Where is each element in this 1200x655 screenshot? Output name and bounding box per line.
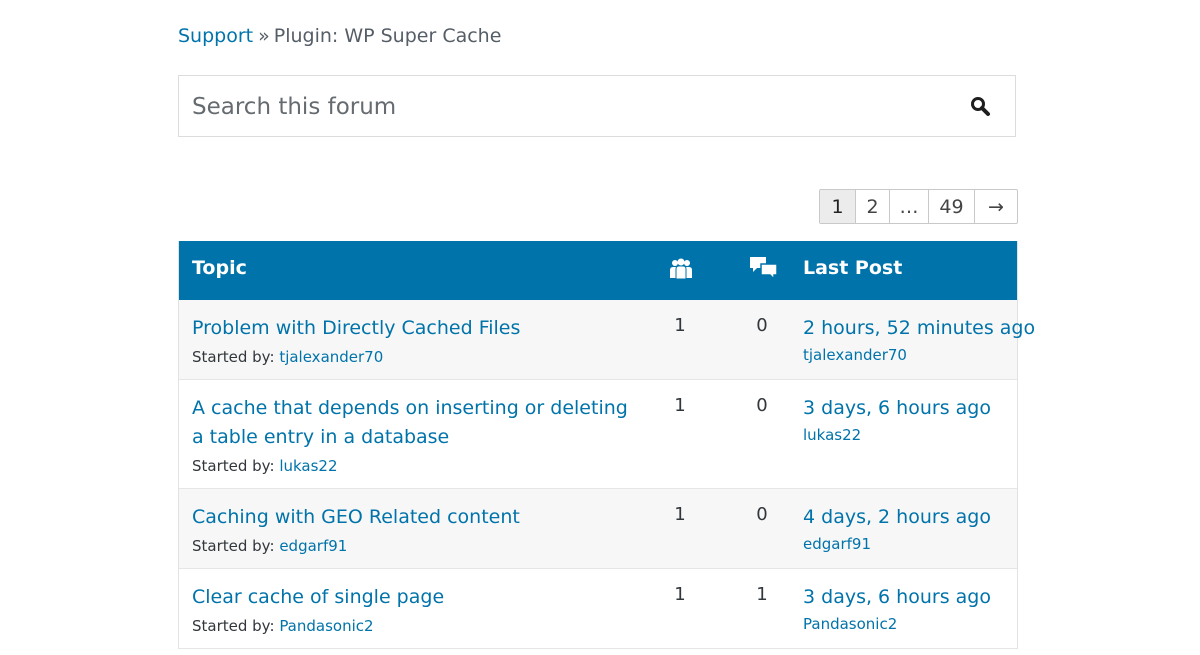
page-1-current: 1 bbox=[820, 190, 855, 223]
search-icon bbox=[971, 97, 990, 116]
topic-column-header: Topic bbox=[192, 257, 247, 279]
topic-author-link[interactable]: edgarf91 bbox=[279, 537, 347, 555]
breadcrumb-separator: » bbox=[258, 25, 270, 47]
topic-started-by: Started by: lukas22 bbox=[192, 457, 338, 475]
topic-started-by: Started by: Pandasonic2 bbox=[192, 617, 374, 635]
topic-author-link[interactable]: lukas22 bbox=[279, 457, 337, 475]
topic-started-by: Started by: tjalexander70 bbox=[192, 348, 383, 366]
topic-title-link[interactable]: Problem with Directly Cached Files bbox=[192, 314, 642, 343]
voices-icon bbox=[670, 258, 692, 280]
voice-count: 1 bbox=[674, 584, 686, 605]
topics-table: Topic Last Post Problem with Directly Ca… bbox=[178, 241, 1035, 649]
topic-started-by: Started by: edgarf91 bbox=[192, 537, 347, 555]
last-post-author-link[interactable]: Pandasonic2 bbox=[803, 615, 897, 633]
voice-count: 1 bbox=[674, 395, 686, 416]
voice-count: 1 bbox=[674, 504, 686, 525]
post-count: 1 bbox=[756, 584, 768, 605]
page-49-link[interactable]: 49 bbox=[928, 190, 974, 223]
last-post-time-link[interactable]: 3 days, 6 hours ago bbox=[803, 394, 991, 422]
page-2-link[interactable]: 2 bbox=[855, 190, 889, 223]
search-box bbox=[178, 75, 1016, 137]
search-input[interactable] bbox=[192, 90, 932, 124]
last-post-time-link[interactable]: 3 days, 6 hours ago bbox=[803, 583, 991, 611]
table-row: Problem with Directly Cached Files Start… bbox=[179, 300, 1035, 380]
topic-author-link[interactable]: Pandasonic2 bbox=[279, 617, 373, 635]
last-post-column-header: Last Post bbox=[803, 257, 903, 279]
pagination: 1 2 … 49 → bbox=[819, 189, 1018, 224]
last-post-author-link[interactable]: edgarf91 bbox=[803, 535, 871, 553]
topic-title-link[interactable]: Clear cache of single page bbox=[192, 583, 642, 612]
replies-icon bbox=[750, 257, 778, 281]
post-count: 0 bbox=[756, 315, 768, 336]
started-by-label: Started by: bbox=[192, 617, 275, 635]
table-row: Clear cache of single page Started by: P… bbox=[179, 569, 1017, 649]
table-row: A cache that depends on inserting or del… bbox=[179, 380, 1017, 489]
breadcrumb: Support» Plugin: WP Super Cache bbox=[178, 24, 501, 48]
voice-count: 1 bbox=[674, 315, 686, 336]
page-ellipsis: … bbox=[889, 190, 928, 223]
topic-title-link[interactable]: A cache that depends on inserting or del… bbox=[192, 394, 642, 452]
post-count: 0 bbox=[756, 504, 768, 525]
topic-title-link[interactable]: Caching with GEO Related content bbox=[192, 503, 642, 532]
last-post-author-link[interactable]: tjalexander70 bbox=[803, 346, 907, 364]
next-page-link[interactable]: → bbox=[974, 190, 1017, 223]
started-by-label: Started by: bbox=[192, 537, 275, 555]
last-post-author-link[interactable]: lukas22 bbox=[803, 426, 861, 444]
breadcrumb-support-link[interactable]: Support bbox=[178, 25, 253, 47]
last-post-time-link[interactable]: 2 hours, 52 minutes ago bbox=[803, 314, 1035, 342]
topic-author-link[interactable]: tjalexander70 bbox=[279, 348, 383, 366]
search-button[interactable] bbox=[969, 95, 993, 119]
breadcrumb-current: Plugin: WP Super Cache bbox=[273, 25, 502, 47]
table-header: Topic Last Post bbox=[179, 241, 1017, 300]
post-count: 0 bbox=[756, 395, 768, 416]
started-by-label: Started by: bbox=[192, 457, 275, 475]
started-by-label: Started by: bbox=[192, 348, 275, 366]
table-row: Caching with GEO Related content Started… bbox=[179, 489, 1017, 569]
last-post-time-link[interactable]: 4 days, 2 hours ago bbox=[803, 503, 991, 531]
